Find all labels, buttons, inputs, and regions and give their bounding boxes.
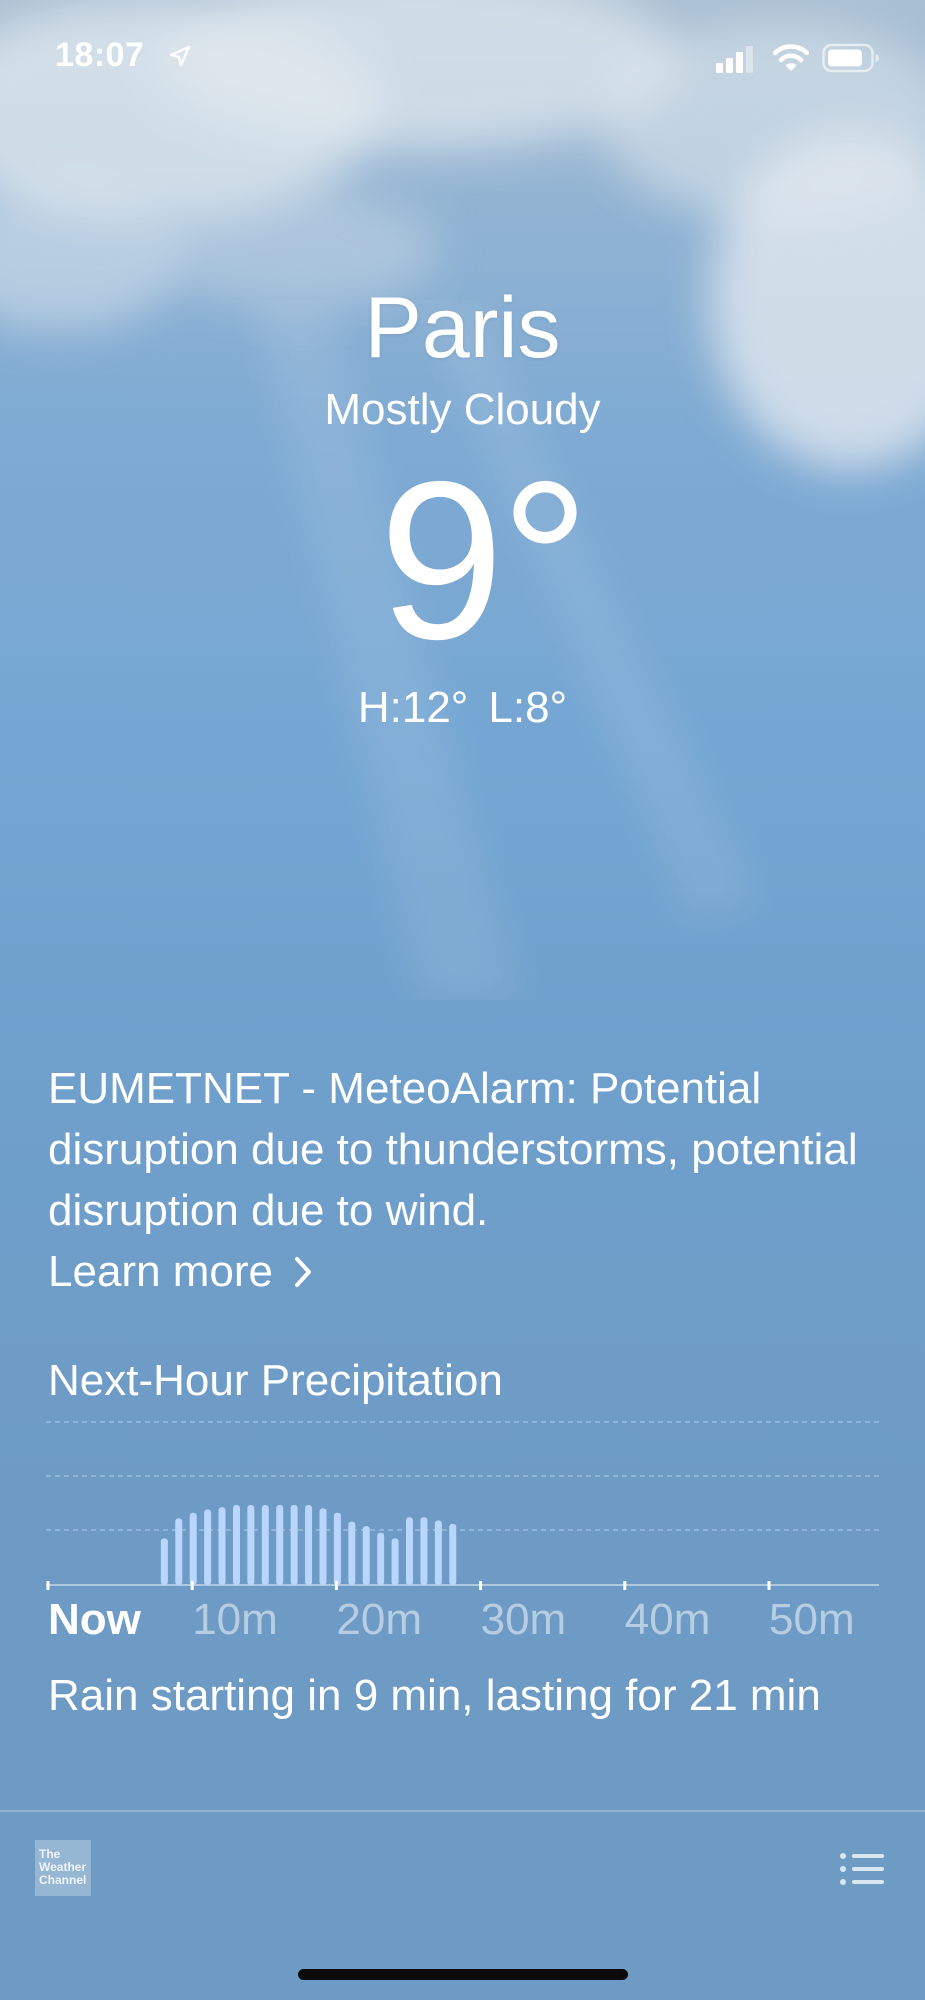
precipitation-bar xyxy=(348,1521,356,1585)
precipitation-bar xyxy=(232,1505,240,1585)
high-low-temperature: H:12° L:8° xyxy=(0,680,925,736)
precipitation-title: Next-Hour Precipitation xyxy=(48,1356,503,1405)
status-bar: 18:07 xyxy=(0,0,925,120)
high-temperature: H:12° xyxy=(357,683,469,732)
axis-tick xyxy=(623,1581,627,1590)
precipitation-bar xyxy=(333,1512,341,1585)
weather-alert-text: EUMETNET - MeteoAlarm: Potential disrupt… xyxy=(48,1064,858,1235)
precipitation-bar xyxy=(290,1505,298,1585)
precipitation-axis-labels: Now 10m 20m 30m 40m 50m xyxy=(0,1592,925,1648)
location-arrow-icon xyxy=(169,45,191,67)
precipitation-chart xyxy=(46,1421,879,1590)
precipitation-bar xyxy=(276,1505,284,1585)
precipitation-summary: Rain starting in 9 min, lasting for 21 m… xyxy=(48,1671,821,1720)
precipitation-bar xyxy=(449,1523,457,1585)
list-icon[interactable] xyxy=(840,1852,884,1886)
home-indicator[interactable] xyxy=(298,1969,628,1980)
precipitation-bar xyxy=(160,1538,168,1585)
axis-tick xyxy=(46,1581,50,1590)
chevron-right-icon xyxy=(295,1257,312,1287)
precipitation-bar xyxy=(377,1532,385,1585)
precipitation-bar xyxy=(247,1505,255,1585)
battery-icon xyxy=(822,43,879,73)
precipitation-bar xyxy=(434,1520,442,1585)
precipitation-bar xyxy=(391,1538,399,1585)
axis-label: 40m xyxy=(624,1595,711,1644)
precipitation-bar xyxy=(305,1505,313,1585)
axis-tick xyxy=(767,1581,771,1590)
status-time: 18:07 xyxy=(55,36,145,74)
learn-more-link[interactable]: Learn more xyxy=(48,1244,313,1300)
precipitation-bar xyxy=(204,1509,212,1585)
weather-condition: Mostly Cloudy xyxy=(324,385,601,434)
axis-label: 50m xyxy=(769,1595,855,1644)
precipitation-bar xyxy=(406,1517,413,1585)
axis-tick xyxy=(334,1581,338,1590)
precipitation-bar xyxy=(362,1526,370,1585)
weather-channel-logo[interactable]: The Weather Channel xyxy=(35,1840,91,1896)
axis-label: 30m xyxy=(480,1595,567,1644)
wifi-icon xyxy=(773,44,809,71)
learn-more-label: Learn more xyxy=(48,1247,274,1296)
precipitation-bar xyxy=(420,1517,428,1585)
axis-label-now: Now xyxy=(48,1595,141,1644)
precipitation-bar xyxy=(319,1508,327,1585)
low-temperature: L:8° xyxy=(488,683,568,732)
axis-label: 10m xyxy=(192,1595,278,1644)
bottom-divider xyxy=(0,1810,925,1812)
axis-label: 20m xyxy=(336,1595,422,1644)
precipitation-bar xyxy=(189,1512,197,1585)
precipitation-bar xyxy=(261,1505,269,1585)
current-temperature: 9° xyxy=(378,434,590,686)
axis-tick xyxy=(479,1581,483,1590)
precipitation-bar xyxy=(175,1518,183,1585)
axis-tick xyxy=(190,1581,194,1590)
precipitation-bar xyxy=(218,1507,226,1585)
cellular-signal-icon xyxy=(716,46,753,73)
city-name: Paris xyxy=(364,280,561,376)
